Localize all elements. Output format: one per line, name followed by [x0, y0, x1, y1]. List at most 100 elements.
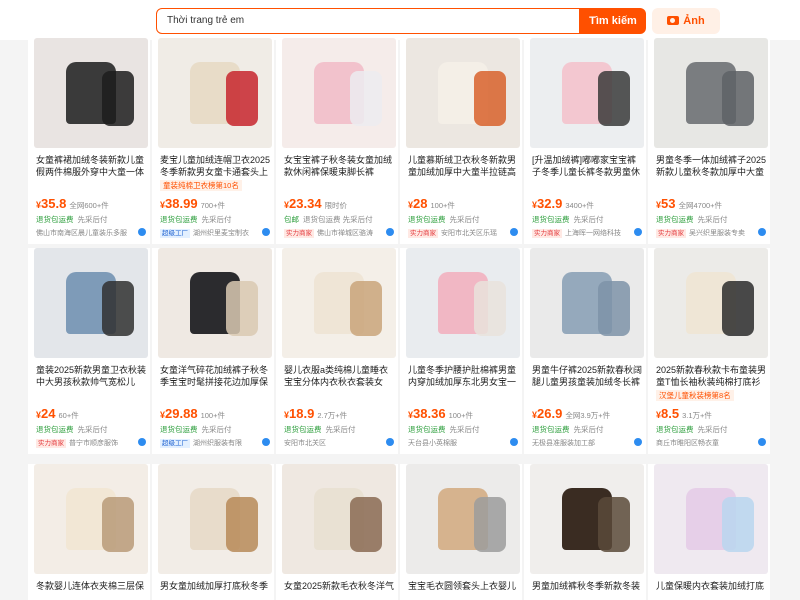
shop-row[interactable]: 实力商家 佛山市禅城区骆涛 — [284, 228, 396, 238]
product-card[interactable]: [升温加绒裤]嘟嘟家宝宝裤子冬季儿童长裤冬款男童休 ¥32.9 3400+件 退货包运… — [524, 38, 646, 244]
product-card[interactable]: 2025新款春秋款卡布童装男童T恤长袖秋装纯棉打底衫 汉堡儿童秋装榜第8名 ¥8.5… — [648, 248, 770, 454]
shop-name[interactable]: 商丘市睢阳区畅衣童 — [656, 440, 719, 447]
product-card[interactable]: 女童裤裙加绒冬装新款儿童假两件棉服外穿中大童一体 ¥35.8 全网600+件 退货包运… — [28, 38, 150, 244]
shop-row[interactable]: 商丘市睢阳区畅衣童 — [656, 438, 768, 448]
product-title[interactable]: 童装2025新款男童卫衣秋装中大男孩秋款帅气宽松儿 — [36, 364, 148, 388]
service-tag: 退货包运费 — [36, 425, 74, 434]
product-image[interactable] — [530, 38, 644, 148]
product-card[interactable]: 儿童冬季护腰护肚棉裤男童内穿加绒加厚东北男女宝一 ¥38.36 100+件 退货包运费… — [400, 248, 522, 454]
product-title[interactable]: 男童牛仔裤2025新款春秋阔腿儿童男孩童装加绒冬长裤 — [532, 364, 644, 388]
product-title[interactable]: 女童裤裙加绒冬装新款儿童假两件棉服外穿中大童一体 — [36, 154, 148, 178]
product-image[interactable] — [654, 248, 768, 358]
product-image[interactable] — [654, 464, 768, 574]
product-image[interactable] — [406, 464, 520, 574]
shop-name[interactable]: 湖州织服装有限 — [193, 440, 242, 447]
product-image[interactable] — [34, 464, 148, 574]
chat-icon[interactable] — [262, 438, 270, 446]
product-image[interactable] — [158, 38, 272, 148]
shop-name[interactable]: 天台县小英棉服 — [408, 440, 457, 447]
product-image[interactable] — [34, 248, 148, 358]
product-card[interactable]: 男女童加绒加厚打底秋冬季 — [152, 464, 274, 600]
chat-icon[interactable] — [510, 228, 518, 236]
shop-row[interactable]: 无极县准服装加工部 — [532, 438, 644, 448]
shop-name[interactable]: 佛山市南海区晨儿童装乐多服 — [36, 230, 127, 237]
product-title[interactable]: 女童2025新款毛衣秋冬洋气 — [284, 580, 396, 600]
shop-row[interactable]: 安阳市北关区 — [284, 438, 396, 448]
product-card[interactable]: 男童牛仔裤2025新款春秋阔腿儿童男孩童装加绒冬长裤 ¥26.9 全网3.9万+件退… — [524, 248, 646, 454]
product-title[interactable]: 男童加绒裤秋冬季新款冬装 — [532, 580, 644, 600]
shop-row[interactable]: 天台县小英棉服 — [408, 438, 520, 448]
shop-row[interactable]: 超级工厂 湖州织里麦宝制衣 — [160, 228, 272, 238]
product-card[interactable]: 女宝宝裤子秋冬装女童加绒款休闲裤保暖束脚长裤 ¥23.34 限时价 包邮 退货包运费 先… — [276, 38, 398, 244]
product-card[interactable]: 儿童保暖内衣套装加绒打底 — [648, 464, 770, 600]
shop-row[interactable]: 实力商家 普宁市顺彦服饰 — [36, 438, 148, 448]
product-title[interactable]: 儿童保暖内衣套装加绒打底 — [656, 580, 768, 600]
chat-icon[interactable] — [758, 228, 766, 236]
product-image[interactable] — [406, 248, 520, 358]
product-title[interactable]: 儿童冬季护腰护肚棉裤男童内穿加绒加厚东北男女宝一 — [408, 364, 520, 388]
product-title[interactable]: 麦宝儿童加绒连帽卫衣2025冬季新款男女童卡通套头上衣 — [160, 154, 272, 178]
shop-name[interactable]: 安阳市北关区乐瑶 — [441, 230, 497, 237]
product-title[interactable]: 宝宝毛衣圆领套头上衣婴儿 — [408, 580, 520, 600]
shop-name[interactable]: 普宁市顺彦服饰 — [69, 440, 118, 447]
product-title[interactable]: 冬款婴儿连体衣夹棉三层保 — [36, 580, 148, 600]
chat-icon[interactable] — [758, 438, 766, 446]
product-image[interactable] — [158, 464, 272, 574]
product-card[interactable]: 女童2025新款毛衣秋冬洋气 — [276, 464, 398, 600]
shop-name[interactable]: 上海晖一网络科技 — [565, 230, 621, 237]
chat-icon[interactable] — [138, 228, 146, 236]
chat-icon[interactable] — [262, 228, 270, 236]
product-card[interactable]: 儿童慕斯绒卫衣秋冬新款男童加绒加厚中大童半拉链高 ¥28 100+件 退货包运费 先采后… — [400, 38, 522, 244]
product-title[interactable]: 2025新款春秋款卡布童装男童T恤长袖秋装纯棉打底衫 — [656, 364, 768, 388]
product-title[interactable]: 男女童加绒加厚打底秋冬季 — [160, 580, 272, 600]
product-title[interactable]: 男童冬季一体加绒裤子2025新款儿童秋冬款加厚中大童 — [656, 154, 768, 178]
product-image[interactable] — [530, 464, 644, 574]
product-card[interactable]: 男童冬季一体加绒裤子2025新款儿童秋冬款加厚中大童 ¥53 全网4700+件 退货包… — [648, 38, 770, 244]
service-row: 退货包运费 先采后付 — [656, 424, 728, 435]
shop-row[interactable]: 佛山市南海区晨儿童装乐多服 — [36, 228, 148, 238]
search-button[interactable]: Tìm kiếm — [580, 8, 646, 34]
product-card[interactable]: 婴儿衣服a类纯棉儿童睡衣宝宝分体内衣秋衣套装女 ¥18.9 2.7万+件 退货包运费先… — [276, 248, 398, 454]
product-card[interactable]: 童装2025新款男童卫衣秋装中大男孩秋款帅气宽松儿 ¥24 60+件 退货包运费 先采后… — [28, 248, 150, 454]
product-title[interactable]: [升温加绒裤]嘟嘟家宝宝裤子冬季儿童长裤冬款男童休 — [532, 154, 644, 178]
product-title[interactable]: 婴儿衣服a类纯棉儿童睡衣宝宝分体内衣秋衣套装女 — [284, 364, 396, 388]
shop-name[interactable]: 吴兴织里服装专卖 — [689, 230, 745, 237]
shop-row[interactable]: 实力商家 吴兴织里服装专卖 — [656, 228, 768, 238]
price-row: ¥24 60+件 — [36, 405, 79, 423]
sold-count: 限时价 — [324, 201, 348, 210]
shop-name[interactable]: 安阳市北关区 — [284, 440, 326, 447]
shop-row[interactable]: 实力商家 安阳市北关区乐瑶 — [408, 228, 520, 238]
product-image[interactable] — [158, 248, 272, 358]
image-search-button[interactable]: Ảnh — [652, 8, 720, 34]
chat-icon[interactable] — [386, 228, 394, 236]
shop-name[interactable]: 无极县准服装加工部 — [532, 440, 595, 447]
search-input[interactable]: Thời trang trẻ em — [156, 8, 580, 34]
chat-icon[interactable] — [634, 438, 642, 446]
shop-name[interactable]: 湖州织里麦宝制衣 — [193, 230, 249, 237]
product-image[interactable] — [530, 248, 644, 358]
product-image[interactable] — [282, 248, 396, 358]
chat-icon[interactable] — [510, 438, 518, 446]
product-title[interactable]: 女童洋气碎花加绒裤子秋冬季宝宝时髦拼接花边加厚保 — [160, 364, 272, 388]
product-image[interactable] — [406, 38, 520, 148]
chat-icon[interactable] — [634, 228, 642, 236]
product-image[interactable] — [282, 38, 396, 148]
shop-row[interactable]: 实力商家 上海晖一网络科技 — [532, 228, 644, 238]
product-card[interactable]: 宝宝毛衣圆领套头上衣婴儿 — [400, 464, 522, 600]
chat-icon[interactable] — [386, 438, 394, 446]
shop-name[interactable]: 佛山市禅城区骆涛 — [317, 230, 373, 237]
product-card[interactable]: 冬款婴儿连体衣夹棉三层保 — [28, 464, 150, 600]
product-card[interactable]: 麦宝儿童加绒连帽卫衣2025冬季新款男女童卡通套头上衣童装纯棉卫衣榜第10名 ¥3… — [152, 38, 274, 244]
product-title[interactable]: 儿童慕斯绒卫衣秋冬新款男童加绒加厚中大童半拉链高 — [408, 154, 520, 178]
sold-count: 700+件 — [200, 201, 225, 210]
shop-row[interactable]: 超级工厂 湖州织服装有限 — [160, 438, 272, 448]
product-image[interactable] — [654, 38, 768, 148]
product-card[interactable]: 女童洋气碎花加绒裤子秋冬季宝宝时髦拼接花边加厚保 ¥29.88 100+件 退货包运费… — [152, 248, 274, 454]
product-image[interactable] — [34, 38, 148, 148]
product-image[interactable] — [282, 464, 396, 574]
service-tag: 先采后付 — [573, 215, 604, 224]
camera-icon — [667, 16, 680, 25]
product-title[interactable]: 女宝宝裤子秋冬装女童加绒款休闲裤保暖束脚长裤 — [284, 154, 396, 178]
product-card[interactable]: 男童加绒裤秋冬季新款冬装 — [524, 464, 646, 600]
chat-icon[interactable] — [138, 438, 146, 446]
